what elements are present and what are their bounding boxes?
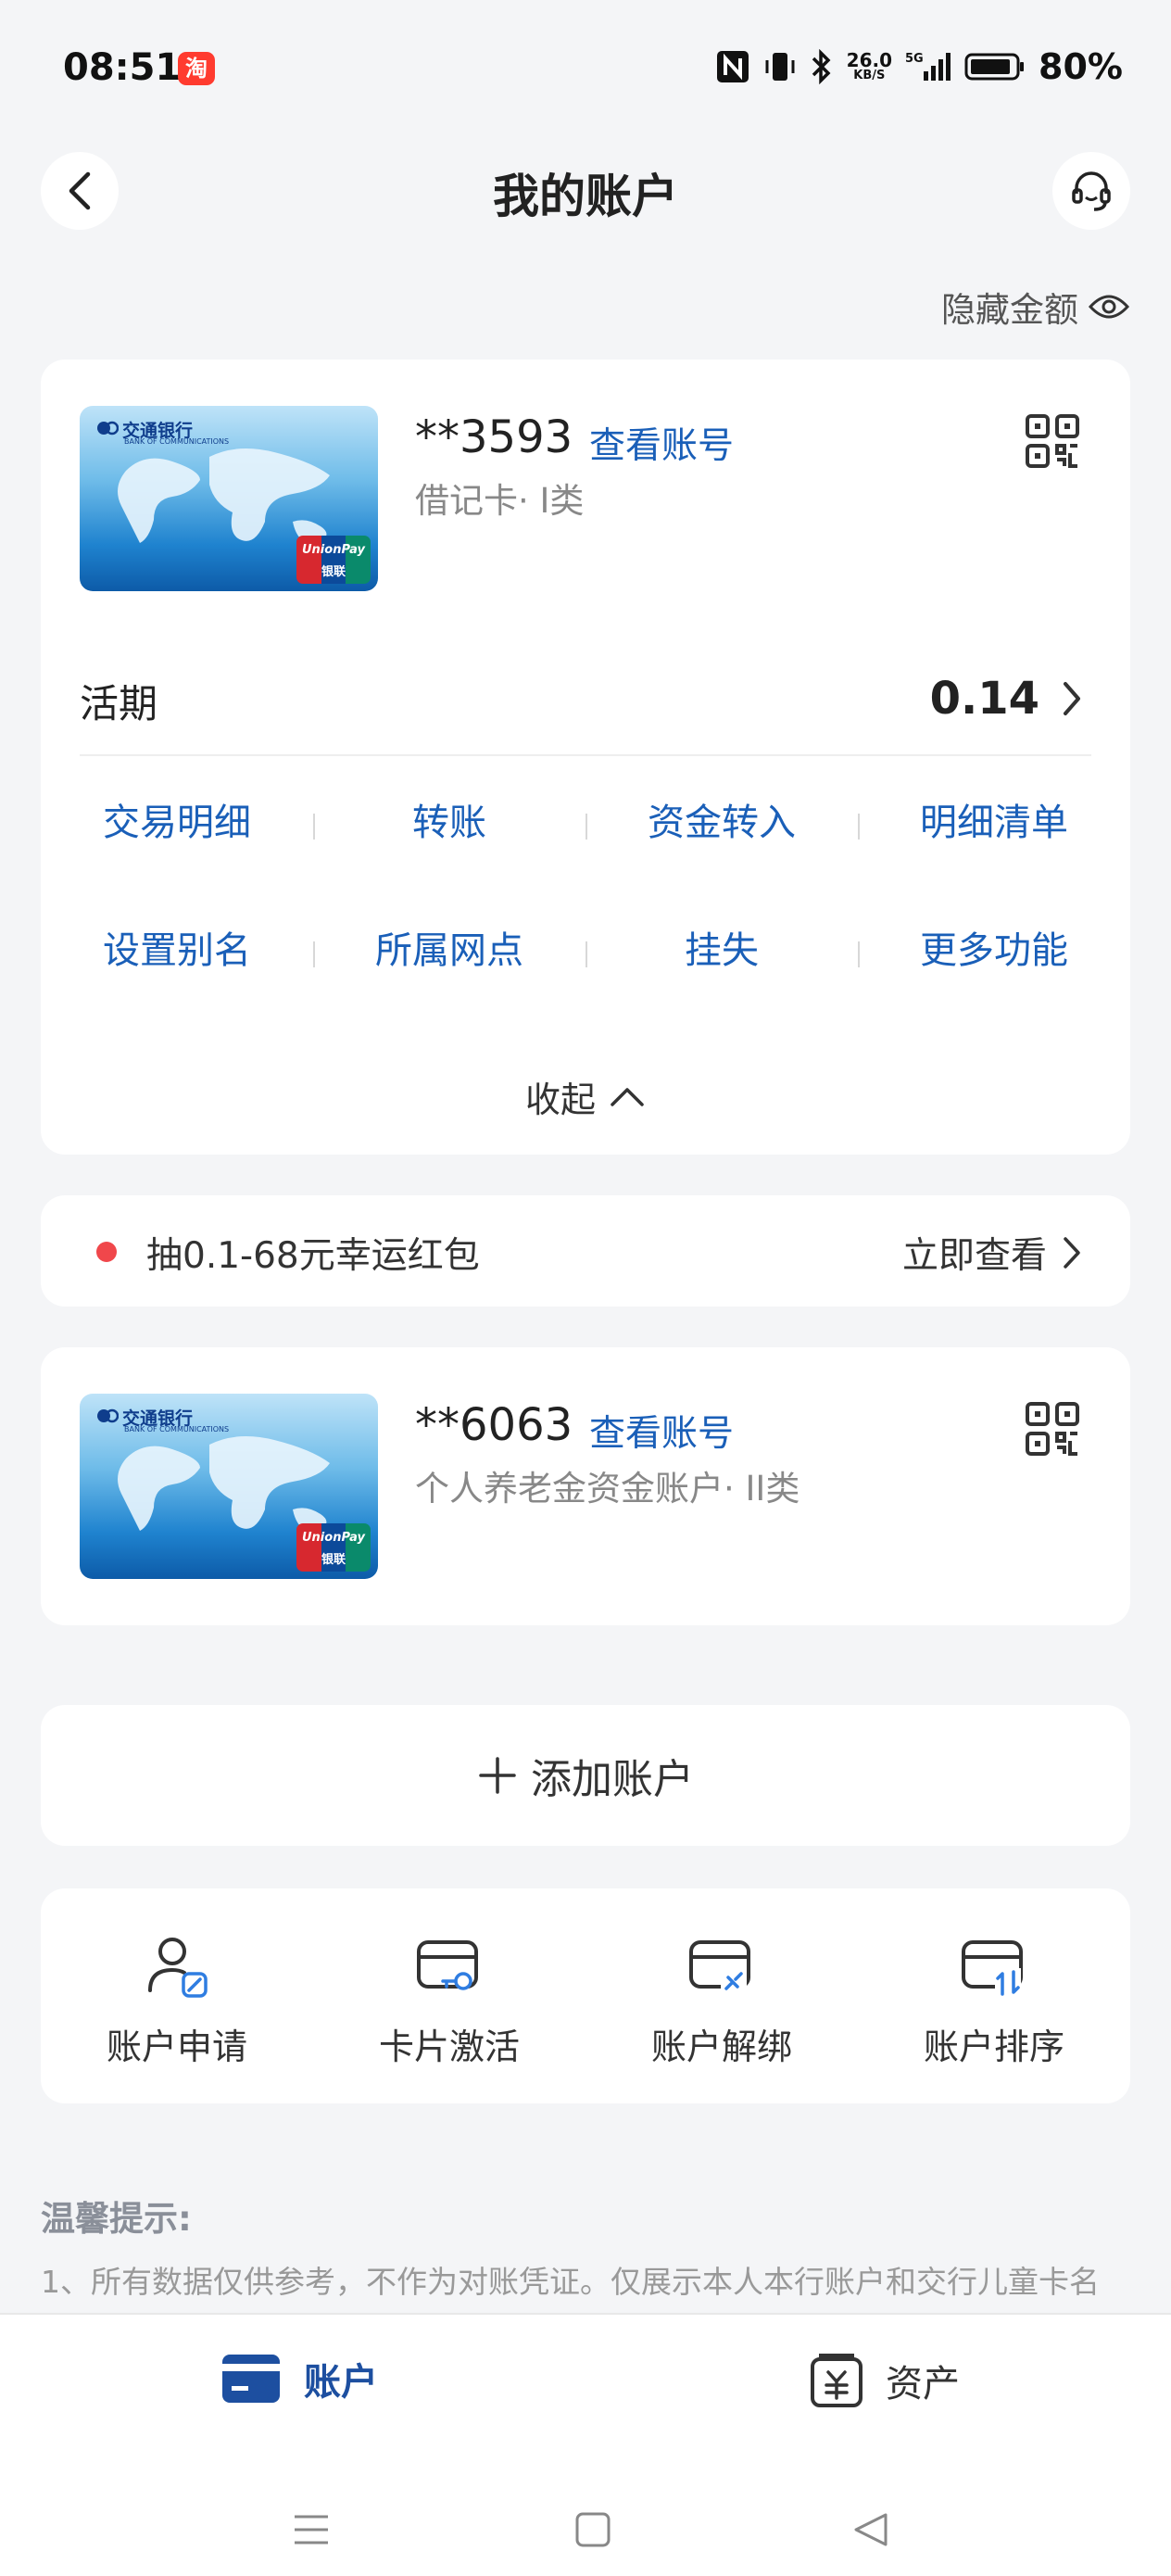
headset-icon <box>1072 171 1111 211</box>
function-grid: 交易明细 转账 资金转入 明细清单 设置别名 所属网点 挂失 更多功能 <box>41 795 1130 1051</box>
plus-icon <box>479 1757 516 1794</box>
promo-text: 抽0.1-68元幸运红包 <box>146 1235 480 1277</box>
tips-title: 温馨提示: <box>41 2199 192 2239</box>
tool-label: 账户解绑 <box>650 2027 792 2067</box>
home-nav-icon[interactable] <box>574 2511 611 2548</box>
nfc-icon <box>716 51 749 82</box>
promo-view-now[interactable]: 立即查看 <box>902 1227 1082 1279</box>
collapse-button[interactable]: 收起 <box>41 1071 1130 1122</box>
status-bar: 08:51 淘 26.0 KB/S 5G 80% <box>0 0 1171 139</box>
menu-nav-icon[interactable] <box>293 2511 330 2548</box>
account-type: 借记卡· I类 <box>415 481 585 521</box>
account-number: **3593 <box>415 411 573 463</box>
tool-label: 账户排序 <box>923 2027 1064 2067</box>
balance-value: 0.14 <box>929 673 1039 725</box>
account-sort-button[interactable]: 账户排序 <box>858 1888 1130 2103</box>
account-tools: 账户申请 卡片激活 账户解绑 账户排序 <box>41 1888 1130 2103</box>
card-activate-button[interactable]: 卡片激活 <box>313 1888 586 2103</box>
statement-list-button[interactable]: 明细清单 <box>858 795 1130 923</box>
system-nav-bar <box>0 2500 1171 2556</box>
unionpay-cn-text: 银联 <box>321 565 346 579</box>
back-nav-icon[interactable] <box>852 2511 889 2548</box>
add-account-button[interactable]: 添加账户 <box>41 1705 1130 1846</box>
unionpay-text: UnionPay <box>302 543 365 557</box>
card-icon <box>222 2355 280 2403</box>
chevron-right-icon <box>1064 1237 1080 1269</box>
view-account-number-link[interactable]: 查看账号 <box>589 417 734 469</box>
account-unbind-button[interactable]: 账户解绑 <box>586 1888 858 2103</box>
network-speed: 26.0 KB/S <box>847 51 892 82</box>
set-alias-button[interactable]: 设置别名 <box>41 923 313 1051</box>
svg-text:5G: 5G <box>905 52 924 66</box>
tab-account[interactable]: 账户 <box>220 2352 378 2406</box>
chevron-up-icon <box>611 1087 644 1106</box>
bocom-logo-icon <box>97 421 119 436</box>
status-time: 08:51 <box>63 46 182 89</box>
unionpay-cn-text: 银联 <box>321 1553 346 1567</box>
card-key-icon <box>417 1940 478 1990</box>
account-apply-button[interactable]: 账户申请 <box>41 1888 313 2103</box>
vibrate-icon <box>765 53 795 81</box>
customer-service-button[interactable] <box>1052 152 1130 230</box>
balance-label: 活期 <box>80 681 158 726</box>
account-type: 个人养老金资金账户· II类 <box>415 1469 800 1509</box>
unionpay-logo: UnionPay 银联 <box>296 1523 371 1572</box>
transaction-detail-button[interactable]: 交易明细 <box>41 795 313 923</box>
bank-card-image: 交通银行 BANK OF COMMUNICATIONS UnionPay 银联 <box>80 406 378 591</box>
bottom-tab-bar: 账户 资产 <box>0 2313 1171 2576</box>
qr-code-icon[interactable] <box>1025 413 1080 469</box>
tool-label: 卡片激活 <box>378 2027 520 2067</box>
eye-icon <box>1088 295 1130 319</box>
tool-label: 账户申请 <box>106 2027 247 2067</box>
bocom-logo-icon <box>97 1408 119 1423</box>
chevron-right-icon <box>1064 682 1080 715</box>
account-card-1: 交通银行 BANK OF COMMUNICATIONS UnionPay 银联 … <box>41 360 1130 1155</box>
account-card-2: 交通银行 BANK OF COMMUNICATIONS UnionPay 银联 … <box>41 1347 1130 1625</box>
status-icons: 26.0 KB/S 5G 80% <box>715 46 1123 87</box>
unionpay-logo: UnionPay 银联 <box>296 536 371 584</box>
net-speed-unit: KB/S <box>853 69 886 82</box>
unionpay-text: UnionPay <box>302 1531 365 1545</box>
promo-banner[interactable]: 抽0.1-68元幸运红包 立即查看 <box>41 1195 1130 1307</box>
card-unlink-icon <box>689 1940 750 1994</box>
bank-card-image: 交通银行 BANK OF COMMUNICATIONS UnionPay 银联 <box>80 1394 378 1579</box>
view-account-number-link[interactable]: 查看账号 <box>589 1405 734 1457</box>
balance-row[interactable]: 活期 0.14 <box>80 673 1091 756</box>
hide-amount-label: 隐藏金额 <box>941 290 1078 330</box>
tab-assets-label: 资产 <box>886 2363 960 2406</box>
battery-level: 80% <box>1039 46 1123 87</box>
tips-body: 1、所有数据仅供参考，不作为对账凭证。仅展示本人本行账户和交行儿童卡名 <box>41 2264 1100 2300</box>
fund-transfer-in-button[interactable]: 资金转入 <box>586 795 858 923</box>
nav-bar: 我的账户 <box>0 139 1171 241</box>
branch-button[interactable]: 所属网点 <box>313 923 586 1051</box>
hide-amount-toggle[interactable]: 隐藏金额 <box>941 282 1130 332</box>
promo-cta-label: 立即查看 <box>901 1235 1047 1277</box>
battery-icon <box>964 53 1025 81</box>
tab-assets[interactable]: 资产 <box>810 2352 960 2409</box>
qr-code-icon[interactable] <box>1025 1401 1080 1457</box>
more-functions-button[interactable]: 更多功能 <box>858 923 1130 1051</box>
tab-account-label: 账户 <box>304 2361 378 2404</box>
signal-icon: 5G <box>905 52 951 81</box>
add-account-label: 添加账户 <box>531 1756 694 1803</box>
page-title: 我的账户 <box>493 170 678 223</box>
taobao-app-icon: 淘 <box>178 52 215 85</box>
card-sort-icon <box>962 1940 1023 1996</box>
report-loss-button[interactable]: 挂失 <box>586 923 858 1051</box>
function-row: 交易明细 转账 资金转入 明细清单 <box>41 795 1130 923</box>
collapse-label: 收起 <box>524 1080 596 1120</box>
user-edit-icon <box>148 1938 208 1998</box>
yuan-wallet-icon <box>811 2354 863 2407</box>
red-dot-icon <box>96 1242 117 1262</box>
transfer-button[interactable]: 转账 <box>313 795 586 923</box>
account-number: **6063 <box>415 1399 573 1451</box>
function-row: 设置别名 所属网点 挂失 更多功能 <box>41 923 1130 1051</box>
bluetooth-icon <box>812 49 831 84</box>
